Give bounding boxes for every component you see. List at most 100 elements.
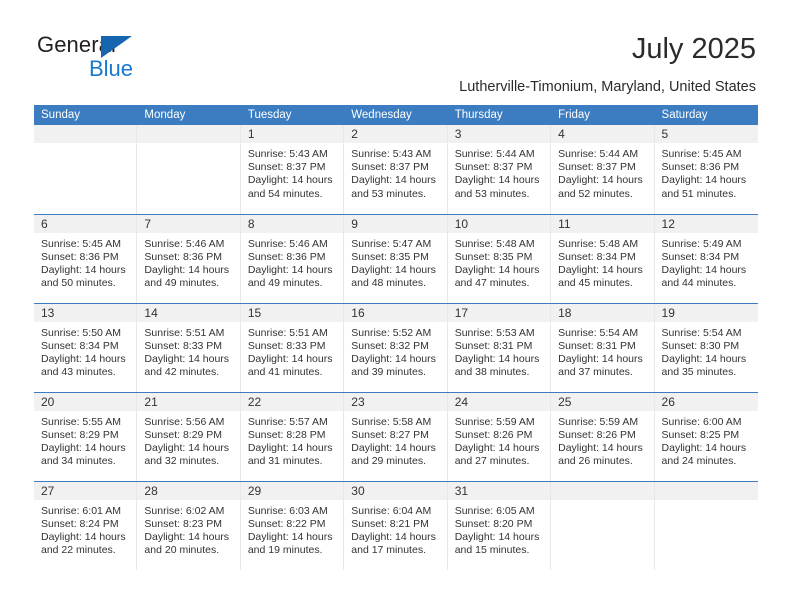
calendar-day-cell[interactable]: 27 Sunrise: 6:01 AM Sunset: 8:24 PM Dayligh… xyxy=(34,480,138,570)
day-details: Sunrise: 5:49 AM Sunset: 8:34 PM Daylight:… xyxy=(655,233,758,291)
sunset-text: Sunset: 8:26 PM xyxy=(558,428,636,441)
calendar-day-cell[interactable]: 3 Sunrise: 5:44 AM Sunset: 8:37 PM Daylight… xyxy=(447,125,552,214)
day-cell-inner: 26 Sunrise: 6:00 AM Sunset: 8:25 PM Dayligh… xyxy=(654,392,758,481)
calendar-day-cell[interactable]: 28 Sunrise: 6:02 AM Sunset: 8:23 PM Dayligh… xyxy=(137,480,241,570)
day-number: 20 xyxy=(34,392,137,411)
calendar-week-row: 20 Sunrise: 5:55 AM Sunset: 8:29 PM Dayligh… xyxy=(34,391,758,481)
sunrise-text: Sunrise: 6:03 AM xyxy=(247,504,328,517)
calendar-day-cell[interactable]: 15 Sunrise: 5:51 AM Sunset: 8:33 PM Dayligh… xyxy=(240,302,345,392)
calendar-day-cell[interactable]: 22 Sunrise: 5:57 AM Sunset: 8:28 PM Dayligh… xyxy=(240,391,345,481)
calendar-day-cell[interactable]: 4 Sunrise: 5:44 AM Sunset: 8:37 PM Daylight… xyxy=(551,125,655,214)
day-cell-inner: 22 Sunrise: 5:57 AM Sunset: 8:28 PM Dayligh… xyxy=(240,392,345,481)
logo-text-blue: Blue xyxy=(89,56,134,81)
day-details: Sunrise: 6:03 AM Sunset: 8:22 PM Daylight:… xyxy=(241,500,343,558)
calendar-day-cell[interactable]: 31 Sunrise: 6:05 AM Sunset: 8:20 PM Dayligh… xyxy=(447,480,552,570)
day-number: 11 xyxy=(551,214,654,233)
calendar-day-cell[interactable]: 8 Sunrise: 5:46 AM Sunset: 8:36 PM Daylight… xyxy=(240,213,345,303)
calendar-day-cell-empty xyxy=(551,480,655,570)
calendar-day-cell[interactable]: 23 Sunrise: 5:58 AM Sunset: 8:27 PM Dayligh… xyxy=(344,391,448,481)
sunrise-text: Sunrise: 5:49 AM xyxy=(661,237,742,250)
calendar-day-cell[interactable]: 14 Sunrise: 5:51 AM Sunset: 8:33 PM Dayligh… xyxy=(137,302,241,392)
sunset-text: Sunset: 8:27 PM xyxy=(351,428,429,441)
day-number: 23 xyxy=(344,392,447,411)
day-number: 22 xyxy=(240,392,344,411)
day-details: Sunrise: 6:00 AM Sunset: 8:25 PM Daylight:… xyxy=(655,411,758,469)
daylight-text: Daylight: 14 hours and 22 minutes. xyxy=(41,530,126,557)
daylight-text: Daylight: 14 hours and 38 minutes. xyxy=(454,352,540,379)
day-details: Sunrise: 5:54 AM Sunset: 8:30 PM Daylight:… xyxy=(655,322,758,380)
calendar-day-cell[interactable]: 21 Sunrise: 5:56 AM Sunset: 8:29 PM Dayligh… xyxy=(137,391,241,481)
day-cell-inner: 27 Sunrise: 6:01 AM Sunset: 8:24 PM Dayligh… xyxy=(34,481,138,570)
calendar-day-cell[interactable]: 30 Sunrise: 6:04 AM Sunset: 8:21 PM Dayligh… xyxy=(344,480,448,570)
sunrise-text: Sunrise: 5:56 AM xyxy=(144,415,225,428)
calendar-day-cell[interactable]: 19 Sunrise: 5:54 AM Sunset: 8:30 PM Dayligh… xyxy=(654,302,758,392)
day-cell-inner: 17 Sunrise: 5:53 AM Sunset: 8:31 PM Dayligh… xyxy=(447,303,552,392)
calendar-day-cell[interactable]: 1 Sunrise: 5:43 AM Sunset: 8:37 PM Daylight… xyxy=(240,125,345,214)
daylight-text: Daylight: 14 hours and 41 minutes. xyxy=(247,352,333,379)
sunset-text: Sunset: 8:33 PM xyxy=(247,339,326,352)
day-number: 28 xyxy=(137,481,240,500)
day-cell-inner: 11 Sunrise: 5:48 AM Sunset: 8:34 PM Dayligh… xyxy=(551,214,655,303)
daylight-text: Daylight: 14 hours and 34 minutes. xyxy=(41,441,126,468)
sunrise-text: Sunrise: 6:02 AM xyxy=(144,504,225,517)
calendar-day-cell[interactable]: 2 Sunrise: 5:43 AM Sunset: 8:37 PM Daylight… xyxy=(344,125,448,214)
day-details: Sunrise: 5:57 AM Sunset: 8:28 PM Daylight:… xyxy=(241,411,343,469)
daylight-text: Daylight: 14 hours and 15 minutes. xyxy=(454,530,540,557)
sunset-text: Sunset: 8:36 PM xyxy=(144,250,223,263)
sunset-text: Sunset: 8:33 PM xyxy=(144,339,223,352)
calendar-day-cell[interactable]: 6 Sunrise: 5:45 AM Sunset: 8:36 PM Daylight… xyxy=(34,213,138,303)
calendar-week-row: 13 Sunrise: 5:50 AM Sunset: 8:34 PM Dayligh… xyxy=(34,302,758,392)
day-details: Sunrise: 5:53 AM Sunset: 8:31 PM Daylight:… xyxy=(448,322,550,380)
weekday-header-monday: Monday xyxy=(137,105,241,125)
day-cell-inner: 23 Sunrise: 5:58 AM Sunset: 8:27 PM Dayligh… xyxy=(344,392,448,481)
sunrise-text: Sunrise: 5:46 AM xyxy=(144,237,225,250)
sunset-text: Sunset: 8:32 PM xyxy=(351,339,429,352)
weekday-header-friday: Friday xyxy=(551,105,655,125)
sunset-text: Sunset: 8:28 PM xyxy=(247,428,326,441)
calendar-day-cell[interactable]: 26 Sunrise: 6:00 AM Sunset: 8:25 PM Dayligh… xyxy=(654,391,758,481)
sunset-text: Sunset: 8:36 PM xyxy=(41,250,119,263)
calendar-day-cell[interactable]: 16 Sunrise: 5:52 AM Sunset: 8:32 PM Dayligh… xyxy=(344,302,448,392)
calendar-week-row: 1 Sunrise: 5:43 AM Sunset: 8:37 PM Daylight… xyxy=(34,125,758,214)
daylight-text: Daylight: 14 hours and 42 minutes. xyxy=(144,352,230,379)
day-details: Sunrise: 5:54 AM Sunset: 8:31 PM Daylight:… xyxy=(551,322,653,380)
day-number: 8 xyxy=(240,214,344,233)
calendar-day-cell[interactable]: 10 Sunrise: 5:48 AM Sunset: 8:35 PM Dayligh… xyxy=(447,213,552,303)
calendar-day-cell[interactable]: 29 Sunrise: 6:03 AM Sunset: 8:22 PM Dayligh… xyxy=(240,480,345,570)
day-details: Sunrise: 5:48 AM Sunset: 8:34 PM Daylight:… xyxy=(551,233,653,291)
daylight-text: Daylight: 14 hours and 47 minutes. xyxy=(454,263,540,290)
day-number: 5 xyxy=(654,125,758,143)
sunrise-text: Sunrise: 5:45 AM xyxy=(41,237,121,250)
sunset-text: Sunset: 8:34 PM xyxy=(558,250,636,263)
day-cell-inner: 6 Sunrise: 5:45 AM Sunset: 8:36 PM Daylight… xyxy=(34,214,138,303)
day-cell-inner: 25 Sunrise: 5:59 AM Sunset: 8:26 PM Dayligh… xyxy=(551,392,655,481)
day-number: 17 xyxy=(447,303,551,322)
day-number xyxy=(551,481,654,500)
calendar-day-cell[interactable]: 25 Sunrise: 5:59 AM Sunset: 8:26 PM Dayligh… xyxy=(551,391,655,481)
sunrise-text: Sunrise: 5:57 AM xyxy=(247,415,328,428)
day-number: 19 xyxy=(654,303,758,322)
general-blue-logo[interactable]: General Blue xyxy=(34,32,234,82)
sunrise-text: Sunrise: 5:43 AM xyxy=(351,148,432,160)
calendar-day-cell[interactable]: 9 Sunrise: 5:47 AM Sunset: 8:35 PM Daylight… xyxy=(344,213,448,303)
calendar-day-cell[interactable]: 20 Sunrise: 5:55 AM Sunset: 8:29 PM Dayligh… xyxy=(34,391,138,481)
sunrise-text: Sunrise: 6:00 AM xyxy=(661,415,742,428)
calendar-day-cell[interactable]: 24 Sunrise: 5:59 AM Sunset: 8:26 PM Dayligh… xyxy=(447,391,552,481)
day-number: 10 xyxy=(447,214,551,233)
day-number xyxy=(34,125,137,143)
calendar-day-cell[interactable]: 11 Sunrise: 5:48 AM Sunset: 8:34 PM Dayligh… xyxy=(551,213,655,303)
calendar-day-cell[interactable]: 12 Sunrise: 5:49 AM Sunset: 8:34 PM Dayligh… xyxy=(654,213,758,303)
daylight-text: Daylight: 14 hours and 32 minutes. xyxy=(144,441,230,468)
calendar-day-cell[interactable]: 17 Sunrise: 5:53 AM Sunset: 8:31 PM Dayligh… xyxy=(447,302,552,392)
daylight-text: Daylight: 14 hours and 43 minutes. xyxy=(41,352,126,379)
calendar-day-cell[interactable]: 13 Sunrise: 5:50 AM Sunset: 8:34 PM Dayligh… xyxy=(34,302,138,392)
sunrise-text: Sunrise: 5:48 AM xyxy=(558,237,639,250)
sunrise-text: Sunrise: 5:44 AM xyxy=(558,148,639,160)
calendar-day-cell[interactable]: 5 Sunrise: 5:45 AM Sunset: 8:36 PM Daylight… xyxy=(654,125,758,214)
calendar-day-cell[interactable]: 18 Sunrise: 5:54 AM Sunset: 8:31 PM Dayligh… xyxy=(551,302,655,392)
calendar-day-cell[interactable]: 7 Sunrise: 5:46 AM Sunset: 8:36 PM Daylight… xyxy=(137,213,241,303)
daylight-text: Daylight: 14 hours and 27 minutes. xyxy=(454,441,540,468)
day-number: 9 xyxy=(344,214,447,233)
daylight-text: Daylight: 14 hours and 45 minutes. xyxy=(558,263,643,290)
daylight-text: Daylight: 14 hours and 39 minutes. xyxy=(351,352,436,379)
